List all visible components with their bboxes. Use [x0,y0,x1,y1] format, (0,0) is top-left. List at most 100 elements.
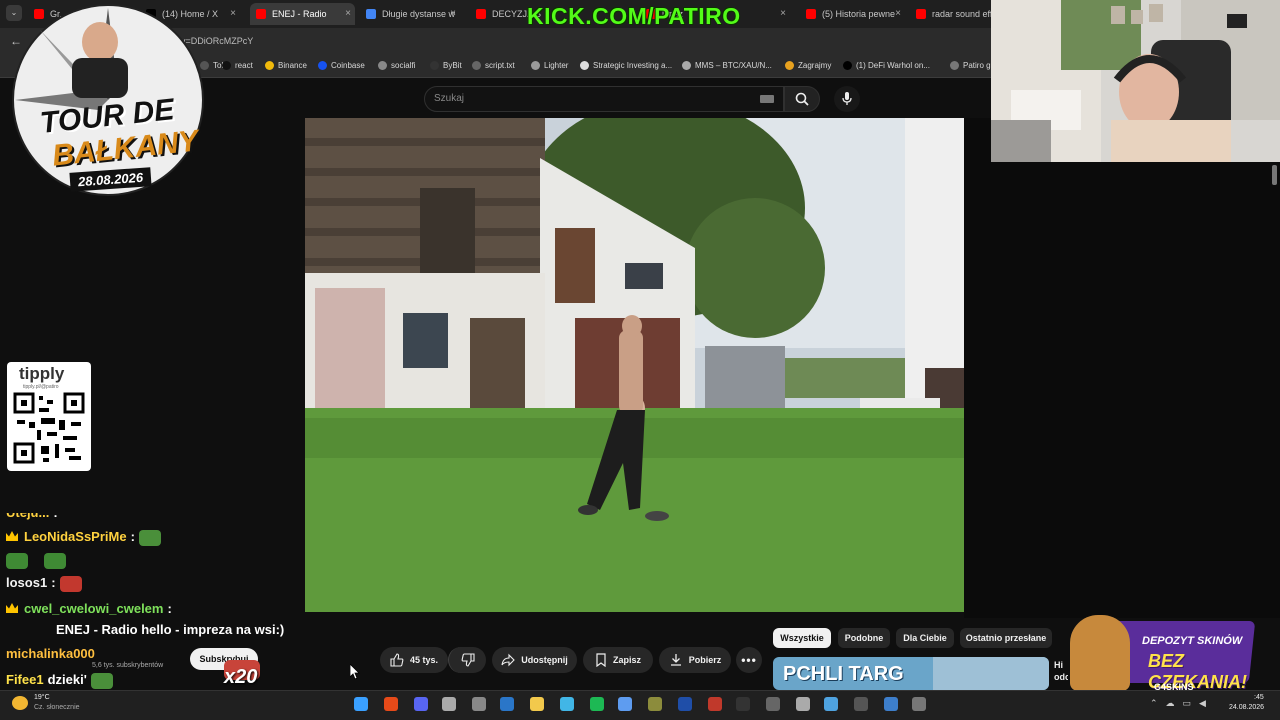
bookmark-label: Coinbase [331,61,365,70]
tab-close-icon[interactable]: × [450,8,456,19]
bookmark-label: Binance [278,61,307,70]
chip-recently-uploaded[interactable]: Ostatnio przesłane [960,628,1052,648]
dislike-button[interactable] [448,647,486,673]
taskbar-app-icon[interactable] [736,697,750,711]
bookmark-favicon-icon [682,61,691,70]
bookmark-item[interactable]: Coinbase [318,61,365,70]
like-button[interactable]: 45 tys. [380,647,448,673]
bookmark-label: Patiro g [963,61,991,70]
bookmark-item[interactable]: react [222,61,253,70]
tab-2[interactable]: ENEJ - Radio × [250,3,355,25]
chat-username[interactable]: Uteju... [6,513,49,520]
chat-username[interactable]: cwel_cwelowi_cwelem [24,601,163,616]
chat-text: : [130,529,135,544]
taskbar-app-icon[interactable] [530,697,544,711]
taskbar-app-icon[interactable] [590,697,604,711]
taskbar-app-icon[interactable] [442,697,456,711]
share-label: Udostępnij [521,655,568,665]
bookmark-favicon-icon [318,61,327,70]
taskbar-app-icon[interactable] [618,697,632,711]
taskbar-app-icon[interactable] [472,697,486,711]
bookmark-item[interactable]: Lighter [531,61,568,70]
tab-6[interactable]: (5) Historia pewne × [800,3,905,25]
clock-date[interactable]: 24.08.2026 [1229,704,1264,711]
weather-temp[interactable]: 19°C [34,694,50,701]
tab-close-icon[interactable]: × [895,8,901,19]
chip-all[interactable]: Wszystkie [773,628,831,648]
bookmark-favicon-icon [843,61,852,70]
video-player[interactable] [305,118,964,612]
tab-favicon-icon [916,9,926,19]
bookmark-label: react [235,61,253,70]
bookmark-item[interactable]: (1) DeFi Warhol on... [843,61,930,70]
bookmark-label: MMS – BTC/XAU/N... [695,61,772,70]
search-button[interactable] [784,86,820,112]
chat-message: ENEJ - Radio hello - impreza na wsi:) [6,622,284,637]
g4skins-promo: DEPOZYT SKINÓW BEZ CZEKANIA! G4SKINS [1062,607,1262,693]
chat-message: LeoNidaSsPriMe: [6,529,161,546]
share-button[interactable]: Udostępnij [492,647,577,673]
keyboard-icon[interactable] [760,95,774,103]
tab-close-icon[interactable]: × [345,8,351,19]
clock-time[interactable]: :45 [1254,694,1264,701]
bookmark-item[interactable]: Strategic Investing a... [580,61,672,70]
download-button[interactable]: Pobierz [659,647,731,673]
tray-icons[interactable]: ⌃☁▭◀ [1150,698,1214,709]
windows-start-icon[interactable] [354,697,368,711]
weather-text[interactable]: Cz. słonecznie [34,704,80,711]
taskbar-app-icon[interactable] [912,697,926,711]
chat-message: Fifee1 dzieki' [6,672,113,689]
bookmark-item[interactable]: script.txt [472,61,515,70]
video-frame [305,118,964,612]
taskbar-app-icon[interactable] [500,697,514,711]
taskbar-app-icon[interactable] [678,697,692,711]
chat-username[interactable]: michalinka000 [6,646,95,661]
taskbar-app-icon[interactable] [384,697,398,711]
event-logo: TOUR DE BAŁKANY 28.08.2026 [0,0,216,212]
bookmark-item[interactable]: Binance [265,61,307,70]
chat-message: losos1: [6,575,82,592]
crown-badge-icon [6,531,18,541]
bookmark-label: script.txt [485,61,515,70]
scrollbar-thumb[interactable] [1272,165,1277,185]
bookmark-label: socialfi [391,61,416,70]
recommended-video-thumbnail[interactable]: PCHLI TARG [773,657,1049,690]
tab-label: radar sound effe [932,9,998,19]
search-input[interactable] [424,86,784,112]
bookmark-label: (1) DeFi Warhol on... [856,61,930,70]
tab-label: (5) Historia pewne [822,9,896,19]
tab-close-icon[interactable]: × [230,8,236,19]
x20-label: x20 [224,666,258,688]
taskbar-app-icon[interactable] [884,697,898,711]
save-button[interactable]: Zapisz [583,647,653,673]
bookmark-item[interactable]: MMS – BTC/XAU/N... [682,61,772,70]
chip-for-you[interactable]: Dla Ciebie [896,628,954,648]
voice-search-button[interactable] [834,86,860,112]
bookmark-item[interactable]: ByBit [430,61,462,70]
tab-close-icon[interactable]: × [780,8,786,19]
tab-favicon-icon [476,9,486,19]
tab-3[interactable]: Długie dystanse w × [360,3,460,25]
share-icon [501,653,516,667]
taskbar-app-icon[interactable] [560,697,574,711]
taskbar-app-icon[interactable] [854,697,868,711]
taskbar-app-icon[interactable] [796,697,810,711]
taskbar-app-icon[interactable] [708,697,722,711]
bookmark-item[interactable]: Zagrajmy [785,61,831,70]
chat-username[interactable]: LeoNidaSsPriMe [24,529,127,544]
tipply-url: tipply.pl/@patiro [23,384,59,390]
bookmark-item[interactable]: socialfi [378,61,415,70]
more-actions-button[interactable]: ••• [736,647,762,673]
taskbar-app-icon[interactable] [414,697,428,711]
bookmark-favicon-icon [785,61,794,70]
weather-icon[interactable] [12,696,28,710]
chip-similar[interactable]: Podobne [838,628,890,648]
chat-username[interactable]: Fifee1 [6,672,44,687]
bookmark-item[interactable]: Patiro g [950,61,991,70]
recommended-thumb-text: PCHLI TARG [783,663,904,685]
taskbar-app-icon[interactable] [824,697,838,711]
taskbar-app-icon[interactable] [648,697,662,711]
chat-text: : [167,601,172,616]
taskbar-app-icon[interactable] [766,697,780,711]
chat-username[interactable]: losos1 [6,575,47,590]
